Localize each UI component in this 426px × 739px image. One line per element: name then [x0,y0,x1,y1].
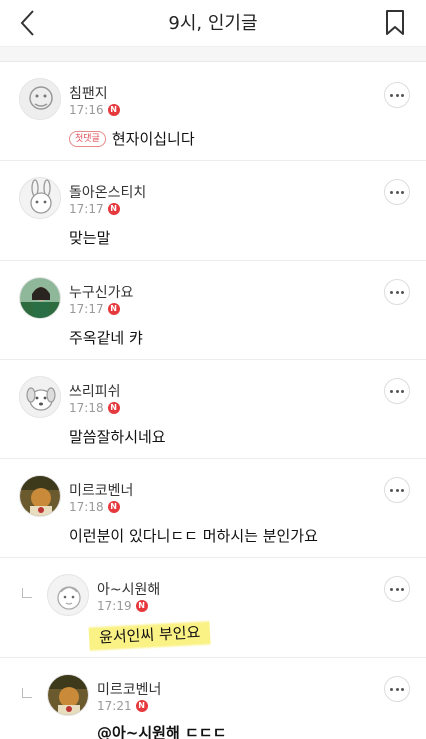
comment-time: 17:21 N [97,699,148,713]
more-dots-icon [390,290,394,294]
more-dots-icon [390,687,394,691]
comment-item: 쓰리피쉬 17:18 N 말씀잘하시네요 [0,360,426,459]
comment-nickname[interactable]: 침팬지 [69,83,108,103]
comment-body: 첫댓글 현자이십니다 [69,128,195,149]
section-divider [0,46,426,62]
more-dots-icon [390,190,394,194]
new-badge: N [107,501,120,513]
reply-item: 아~시원해 17:19 N 윤서인씨 부인요 [0,558,426,658]
more-dots-icon [390,389,394,393]
bookmark-button[interactable] [384,9,406,37]
comment-body: 말씀잘하시네요 [69,428,166,446]
new-badge: N [107,203,120,215]
avatar[interactable] [47,574,89,616]
more-options-button[interactable] [384,477,410,503]
more-options-button[interactable] [384,576,410,602]
comment-item: 침팬지 17:16 N 첫댓글 현자이십니다 [0,62,426,161]
more-dots-icon [390,93,394,97]
comment-time: 17:18 N [69,401,120,415]
photo-avatar-icon [20,476,60,516]
avatar[interactable] [19,78,61,120]
photo-avatar-icon [20,278,60,318]
more-options-button[interactable] [384,179,410,205]
comment-body: 이런분이 있다니ㄷㄷ 머하시는 분인가요 [69,527,318,545]
comment-body: 맞는말 [69,229,111,247]
monkey-avatar-icon [20,79,60,119]
reply-item: 미르코벤너 17:21 N @아~시원해 ㄷㄷㄷ [0,658,426,739]
comment-body: 주옥같네 캬 [69,329,143,347]
comment-body: @아~시원해 ㄷㄷㄷ [97,724,227,739]
comment-list: 침팬지 17:16 N 첫댓글 현자이십니다 돌아온스티치 17:17 N 맞는… [0,62,426,739]
more-options-button[interactable] [384,82,410,108]
comment-body: 윤서인씨 부인요 [88,616,212,653]
avatar[interactable] [19,376,61,418]
avatar[interactable] [19,277,61,319]
comment-item: 돌아온스티치 17:17 N 맞는말 [0,161,426,261]
new-badge: N [107,402,120,414]
new-badge: N [135,700,148,712]
character-avatar-icon [48,575,88,615]
page-title: 9시, 인기글 [168,13,258,34]
more-options-button[interactable] [384,676,410,702]
avatar[interactable] [47,674,89,716]
comment-item: 누구신가요 17:17 N 주옥같네 캬 [0,261,426,360]
more-options-button[interactable] [384,378,410,404]
comment-nickname[interactable]: 미르코벤너 [97,679,161,699]
comment-time: 17:16 N [69,103,120,117]
comment-nickname[interactable]: 쓰리피쉬 [69,381,121,401]
highlighted-text: 윤서인씨 부인요 [88,616,212,653]
avatar[interactable] [19,177,61,219]
comment-nickname[interactable]: 누구신가요 [69,282,133,302]
rabbit-avatar-icon [20,178,60,218]
comment-nickname[interactable]: 미르코벤너 [69,480,133,500]
first-comment-tag: 첫댓글 [69,130,106,147]
reply-arrow-icon [22,588,32,598]
more-dots-icon [390,587,394,591]
comment-time: 17:17 N [69,202,120,216]
more-dots-icon [390,488,394,492]
more-options-button[interactable] [384,279,410,305]
new-badge: N [135,600,148,612]
comment-time: 17:19 N [97,599,148,613]
top-bar: 9시, 인기글 [0,0,426,46]
dog-avatar-icon [20,377,60,417]
bookmark-icon [386,10,404,35]
new-badge: N [107,104,120,116]
reply-arrow-icon [22,688,32,698]
avatar[interactable] [19,475,61,517]
comment-nickname[interactable]: 돌아온스티치 [69,182,146,202]
photo-avatar-icon [48,675,88,715]
comment-item: 미르코벤너 17:18 N 이런분이 있다니ㄷㄷ 머하시는 분인가요 [0,459,426,558]
new-badge: N [107,303,120,315]
comment-time: 17:17 N [69,302,120,316]
comment-nickname[interactable]: 아~시원해 [97,579,160,599]
comment-time: 17:18 N [69,500,120,514]
